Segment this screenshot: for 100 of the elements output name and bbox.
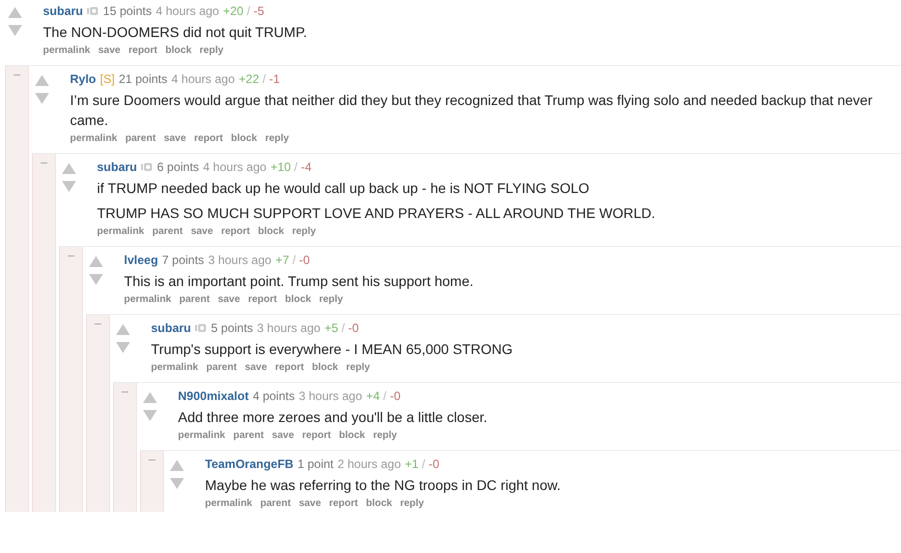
comment-action-link[interactable]: parent xyxy=(260,496,291,512)
comment-action-link[interactable]: block xyxy=(230,131,258,147)
comment-text: This is an important point. Trump sent his support home. xyxy=(124,272,474,291)
upvote-icon[interactable] xyxy=(143,392,157,403)
downvote-icon[interactable] xyxy=(170,478,184,489)
downvote-count: -1 xyxy=(269,72,280,86)
comment-action-link[interactable]: reply xyxy=(265,131,289,147)
collapse-toggle[interactable]: – xyxy=(40,154,48,168)
collapse-toggle[interactable]: – xyxy=(148,451,156,465)
comment-action-link[interactable]: parent xyxy=(233,428,264,444)
comment-action-link[interactable]: save xyxy=(298,496,322,512)
comment-text: TRUMP HAS SO MUCH SUPPORT LOVE AND PRAYERS - ALL AROUND THE WORLD. xyxy=(97,204,656,223)
downvote-count: -0 xyxy=(428,457,440,471)
comment-action-link[interactable]: save xyxy=(98,43,120,59)
downvote-icon[interactable] xyxy=(89,274,103,285)
collapse-toggle[interactable]: – xyxy=(14,66,20,80)
comment-action-link[interactable]: parent xyxy=(206,360,237,376)
comment-action-link[interactable]: permalink xyxy=(151,360,198,376)
comment-action-link[interactable]: report xyxy=(248,292,277,308)
author-link[interactable]: subaru xyxy=(151,320,192,336)
comment-action-link[interactable]: block xyxy=(258,224,284,240)
comment-text: Maybe he was referring to the NG troops in DC right now. xyxy=(205,476,562,495)
collapse-toggle[interactable]: – xyxy=(122,383,128,397)
comment-action-link[interactable]: report xyxy=(194,131,223,147)
upvote-icon[interactable] xyxy=(35,75,49,86)
upvote-count: +20 xyxy=(223,4,244,18)
comment-action-link[interactable]: save xyxy=(190,224,214,240)
author-link[interactable]: TeamOrangeFB xyxy=(205,456,294,472)
downvote-count: -0 xyxy=(390,389,401,403)
timestamp: 3 hours ago xyxy=(208,252,272,268)
flair-tag: [S] xyxy=(100,71,115,87)
comment-action-link[interactable]: reply xyxy=(400,496,424,512)
comment-action-link[interactable]: reply xyxy=(292,224,316,240)
comment-action-link[interactable]: parent xyxy=(152,224,183,240)
comment-action-link[interactable]: parent xyxy=(179,292,210,308)
comment-action-link[interactable]: report xyxy=(128,43,158,59)
vote-separator: / xyxy=(383,389,386,403)
comment-text: Add three more zeroes and you'll be a little closer. xyxy=(178,408,488,427)
comment-action-link[interactable]: report xyxy=(275,360,304,376)
comment-action-link[interactable]: reply xyxy=(373,428,397,444)
downvote-count: -0 xyxy=(299,253,310,267)
upvote-count: +10 xyxy=(270,160,291,174)
timestamp: 2 hours ago xyxy=(338,456,401,472)
author-link[interactable]: N900mixalot xyxy=(178,388,249,404)
upvote-count: +22 xyxy=(238,72,260,86)
comment-action-link[interactable]: permalink xyxy=(178,428,226,444)
comment-action-link[interactable]: block xyxy=(312,360,338,376)
score: 1 point xyxy=(297,456,334,472)
comment-action-link[interactable]: save xyxy=(272,428,294,444)
comment-action-link[interactable]: reply xyxy=(346,360,370,376)
upvote-icon[interactable] xyxy=(116,324,130,335)
comment-action-link[interactable]: permalink xyxy=(70,131,118,147)
comment-action-link[interactable]: save xyxy=(244,360,268,376)
comment-action-link[interactable]: permalink xyxy=(205,496,252,512)
comment-action-link[interactable]: save xyxy=(218,292,240,308)
downvote-count: -4 xyxy=(300,160,312,174)
score: 4 points xyxy=(252,388,295,404)
downvote-icon[interactable] xyxy=(143,410,157,421)
downvote-icon[interactable] xyxy=(62,181,76,192)
vote-separator: / xyxy=(294,160,298,174)
author-link[interactable]: lvleeg xyxy=(124,252,158,268)
comment-action-link[interactable]: reply xyxy=(200,43,224,59)
comment-action-link[interactable]: save xyxy=(164,131,186,147)
comment-action-link[interactable]: reply xyxy=(319,292,343,308)
comment-action-link[interactable]: report xyxy=(302,428,331,444)
comment-action-link[interactable]: permalink xyxy=(43,43,90,59)
comment-action-link[interactable]: permalink xyxy=(124,292,172,308)
score: 5 points xyxy=(211,320,254,336)
author-link[interactable]: Rylo xyxy=(70,71,96,87)
comment-action-link[interactable]: report xyxy=(329,496,358,512)
score: 7 points xyxy=(162,252,204,268)
vote-separator: / xyxy=(262,72,266,86)
upvote-icon[interactable] xyxy=(62,163,76,174)
upvote-icon[interactable] xyxy=(8,7,22,18)
upvote-count: +1 xyxy=(404,457,419,471)
downvote-icon[interactable] xyxy=(8,25,22,36)
upvote-count: +7 xyxy=(275,253,290,267)
comment-action-link[interactable]: block xyxy=(338,428,366,444)
timestamp: 4 hours ago xyxy=(203,159,266,175)
vote-separator: / xyxy=(341,321,345,335)
comment-action-link[interactable]: permalink xyxy=(97,224,144,240)
upvote-icon[interactable] xyxy=(89,256,103,267)
comment-action-link[interactable]: parent xyxy=(125,131,156,147)
upvote-count: +5 xyxy=(324,321,338,335)
score: 15 points xyxy=(103,3,152,19)
upvote-count: +4 xyxy=(366,389,380,403)
vote-separator: / xyxy=(422,457,426,471)
collapse-toggle[interactable]: – xyxy=(94,315,102,329)
comment-action-link[interactable]: block xyxy=(165,43,192,59)
downvote-icon[interactable] xyxy=(116,342,130,353)
timestamp: 3 hours ago xyxy=(257,320,320,336)
comment-action-link[interactable]: block xyxy=(284,292,312,308)
comment-action-link[interactable]: report xyxy=(221,224,250,240)
comment-action-link[interactable]: block xyxy=(366,496,392,512)
downvote-icon[interactable] xyxy=(35,93,49,104)
upvote-icon[interactable] xyxy=(170,460,184,471)
author-link[interactable]: subaru xyxy=(43,3,84,19)
author-link[interactable]: subaru xyxy=(97,159,138,175)
collapse-toggle[interactable]: – xyxy=(68,247,74,261)
score: 6 points xyxy=(157,159,200,175)
